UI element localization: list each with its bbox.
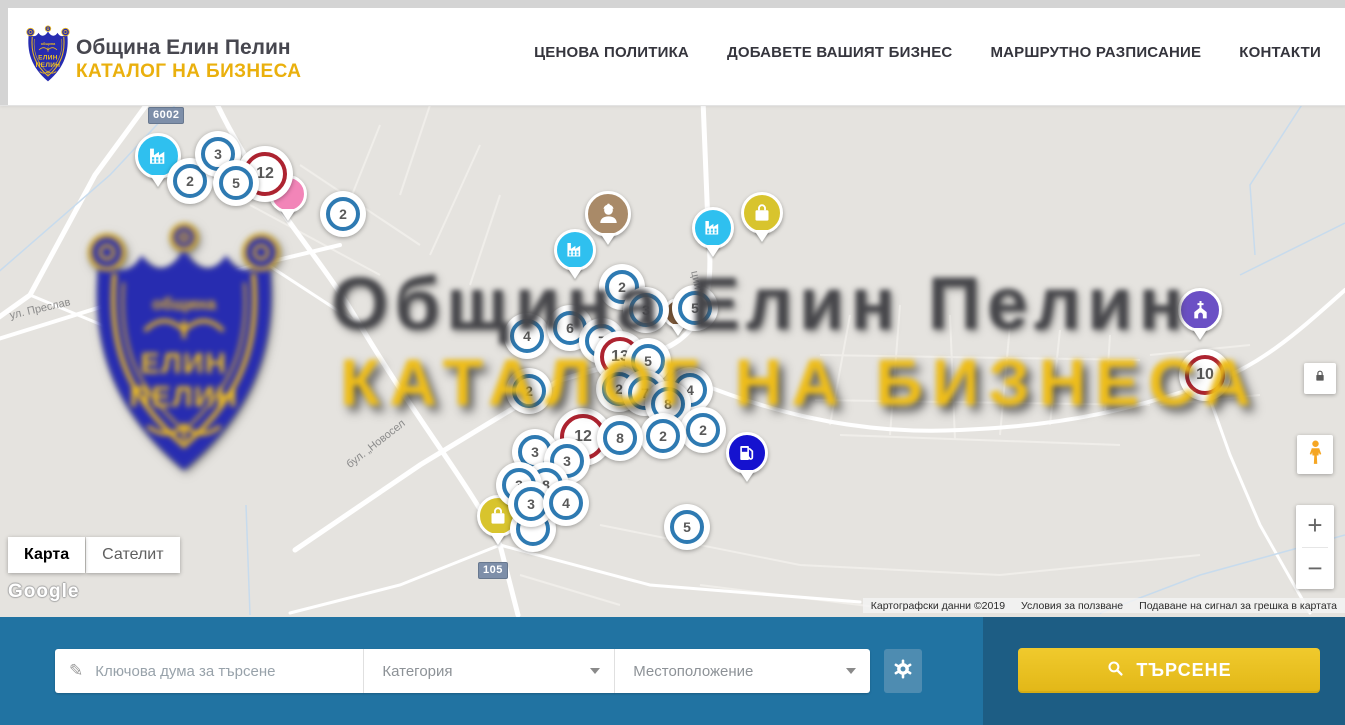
lock-icon [1312,368,1328,389]
advanced-settings-button[interactable] [884,649,922,693]
watermark-subtitle: КАТАЛОГ НА БИЗНЕСА [340,344,1260,420]
road-number-label: 6002 [148,107,184,124]
nav-item-add-business[interactable]: ДОБАВЕТЕ ВАШИЯТ БИЗНЕС [727,44,952,61]
lock-button[interactable] [1304,363,1336,394]
nav-item-pricing[interactable]: ЦЕНОВА ПОЛИТИКА [534,44,689,61]
magnifier-icon [1106,659,1125,683]
pegman-streetview-button[interactable] [1297,435,1333,474]
google-map[interactable]: 2312522354671352247822128338334510 60021… [0,105,1345,617]
map-type-control: Карта Сателит [8,537,180,573]
caret-down-icon [846,668,856,674]
crest-logo[interactable] [24,22,72,86]
attribution-terms-link[interactable]: Условия за ползване [1021,600,1123,612]
nav-item-contacts[interactable]: КОНТАКТИ [1239,44,1321,61]
map-type-button-satellite[interactable]: Сателит [86,537,179,573]
pegman-icon [1305,439,1326,471]
zoom-out-button[interactable]: − [1296,548,1334,590]
site-title: Община Елин Пелин [76,36,291,60]
pencil-icon: ✎ [69,661,83,681]
keyword-section: ✎ [55,649,363,693]
main-nav: ЦЕНОВА ПОЛИТИКА ДОБАВЕТЕ ВАШИЯТ БИЗНЕС М… [534,0,1321,105]
search-button-label: ТЪРСЕНЕ [1136,660,1231,681]
caret-down-icon [590,668,600,674]
zoom-control: + − [1296,505,1334,589]
attribution-report-link[interactable]: Подаване на сигнал за грешка в картата [1139,600,1337,612]
site-subtitle: КАТАЛОГ НА БИЗНЕСА [76,61,301,83]
road-number-label: 105 [478,562,508,579]
location-label: Местоположение [633,663,753,680]
map-type-button-map[interactable]: Карта [8,537,85,573]
zoom-in-button[interactable]: + [1296,505,1334,547]
nav-item-route-schedule[interactable]: МАРШРУТНО РАЗПИСАНИЕ [990,44,1201,61]
search-panel: ✎ Категория Местоположение [0,617,1345,725]
map-attribution: Картографски данни ©2019 Условия за полз… [863,598,1345,613]
street-name-label: бул. „Новосел [344,418,407,471]
watermark-title: Община Елин Пелин [331,261,1189,346]
category-dropdown[interactable]: Категория [364,649,614,693]
search-widget: ✎ Категория Местоположение [55,649,870,693]
gear-icon [892,658,914,685]
site-header: Община Елин Пелин КАТАЛОГ НА БИЗНЕСА ЦЕН… [0,0,1345,106]
page-canvas: 2312522354671352247822128338334510 60021… [0,0,1345,725]
street-name-label: ул. Преслав [9,296,72,322]
search-button[interactable]: ТЪРСЕНЕ [1018,648,1320,693]
location-dropdown[interactable]: Местоположение [615,649,870,693]
keyword-search-input[interactable] [93,662,337,681]
watermark-crest [78,213,290,485]
window-edge-left [0,0,8,105]
category-label: Категория [382,663,452,680]
google-logo[interactable]: Google [8,581,79,603]
attribution-copyright: Картографски данни ©2019 [871,600,1005,612]
